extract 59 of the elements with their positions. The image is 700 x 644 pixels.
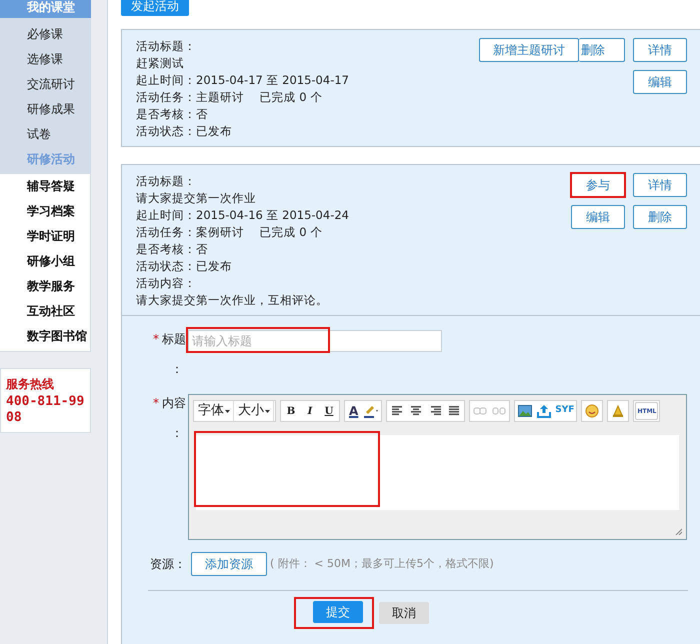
attachment-note: ( 附件： < 50M；最多可上传5个，格式不限)	[270, 556, 494, 572]
sidebar-item[interactable]: 教学服务	[0, 274, 90, 299]
sidebar-item[interactable]: 试卷	[0, 122, 91, 147]
title-input-field[interactable]: 请输入标题	[188, 330, 442, 352]
sidebar-item[interactable]: 选修课	[0, 47, 91, 72]
activity-line: 活动标题：	[136, 173, 196, 190]
sidebar-item[interactable]: 互动社区	[0, 299, 90, 324]
field-label-colon: ：	[171, 361, 184, 378]
activity-line: 活动状态：已发布	[136, 123, 232, 140]
card-button[interactable]: 删除	[579, 38, 625, 62]
sidebar-item[interactable]: 学时证明	[0, 224, 90, 249]
hotline-label: 服务热线	[6, 376, 55, 393]
required-mark: *	[153, 331, 159, 348]
sidebar-item[interactable]: 辅导答疑	[0, 174, 90, 199]
smiley-icon[interactable]	[583, 402, 602, 420]
activity-line: 请大家提交第一次作业	[136, 190, 256, 207]
sidebar-item[interactable]: 研修成果	[0, 97, 91, 122]
underline-button[interactable]: U	[320, 402, 338, 420]
italic-button[interactable]: I	[301, 402, 319, 420]
sidebar-item[interactable]: 必修课	[0, 22, 91, 47]
card-button[interactable]: 参与	[571, 173, 625, 197]
activity-line: 活动状态：已发布	[136, 258, 232, 275]
activity-line: 活动内容：	[136, 275, 196, 292]
required-mark: *	[153, 395, 159, 412]
card-button[interactable]: 详情	[633, 173, 687, 197]
add-resource-button[interactable]: 添加资源	[191, 552, 267, 576]
sidebar-item[interactable]: 数字图书馆	[0, 324, 90, 349]
cancel-button[interactable]: 取消	[379, 602, 429, 624]
resize-grip-icon	[675, 528, 682, 535]
activity-line: 是否考核：否	[136, 106, 208, 123]
card-button[interactable]: 编辑	[633, 70, 687, 94]
activity-line: 起止时间：2015-04-17 至 2015-04-17	[136, 72, 349, 89]
image-icon[interactable]	[516, 402, 534, 420]
field-label: 内容	[162, 395, 186, 412]
field-label-colon: ：	[171, 425, 184, 442]
activity-line: 活动标题：	[136, 38, 196, 55]
activity-line: 起止时间：2015-04-16 至 2015-04-24	[136, 207, 349, 224]
upload-icon[interactable]	[535, 402, 554, 420]
bold-button[interactable]: B	[282, 402, 300, 420]
sidebar-header: 我的课堂	[0, 0, 91, 18]
hotline-number: 400-811-9908	[6, 394, 85, 426]
activity-line: 是否考核：否	[136, 241, 208, 258]
sidebar-item[interactable]: 交流研讨	[0, 72, 91, 97]
font-dropdown[interactable]: 大小	[235, 401, 274, 421]
card-button[interactable]: 编辑	[571, 205, 625, 229]
card-button[interactable]: 删除	[633, 205, 687, 229]
card-button[interactable]: 详情	[633, 38, 687, 62]
activity-line: 活动任务：案例研讨 已完成 0 个	[136, 224, 322, 241]
sidebar-item[interactable]: 学习档案	[0, 199, 90, 224]
caret-icon[interactable]	[225, 410, 230, 412]
activity-line: 赶紧测试	[136, 55, 184, 72]
field-label: 标题	[162, 331, 186, 348]
new-topic-button[interactable]: 新增主题研讨	[479, 38, 579, 62]
font-dropdown[interactable]: 字体	[195, 401, 234, 421]
activity-line: 活动任务：主题研讨 已完成 0 个	[136, 89, 322, 106]
caret-icon[interactable]	[265, 410, 270, 412]
resource-label: 资源：	[149, 556, 186, 573]
activity-line: 请大家提交第一次作业，互相评论。	[136, 292, 328, 309]
sidebar-item[interactable]: 研修小组	[0, 249, 90, 274]
